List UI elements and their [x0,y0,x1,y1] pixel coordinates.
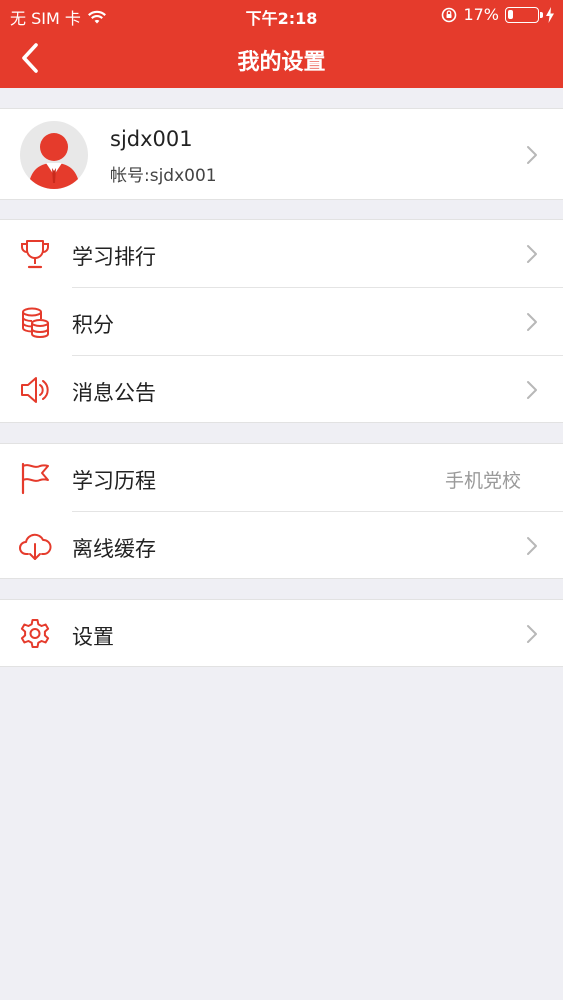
menu-label: 学习历程 [72,469,156,493]
chevron-right-icon [527,537,537,555]
menu-item-study-history[interactable]: 学习历程 手机党校 [0,444,563,512]
menu-label: 积分 [72,313,114,337]
menu-group-3: 设置 [0,599,563,667]
menu-group-2: 学习历程 手机党校 离线缓存 [0,443,563,579]
back-button[interactable] [14,40,50,76]
profile-account: 帐号:sjdx001 [110,166,217,186]
gear-icon [20,619,50,648]
profile-name: sjdx001 [110,127,193,151]
charging-bolt-icon [546,6,554,23]
menu-label: 离线缓存 [72,537,156,561]
flag-icon [21,462,49,495]
chevron-right-icon [527,625,537,643]
cloud-download-icon [19,533,52,560]
avatar [20,121,88,189]
trophy-icon [21,240,49,269]
menu-label: 消息公告 [72,381,156,405]
page-title: 我的设置 [237,50,326,75]
menu-item-points[interactable]: 积分 [0,288,563,356]
menu-item-study-ranking[interactable]: 学习排行 [0,220,563,288]
menu-label: 学习排行 [72,245,156,269]
menu-label: 设置 [72,625,114,649]
rotation-lock-icon [442,7,457,22]
menu-item-settings[interactable]: 设置 [0,600,563,668]
nav-bar: 我的设置 [0,30,563,88]
chevron-right-icon [527,245,537,263]
chevron-left-icon [22,43,38,73]
chevron-right-icon [527,146,537,164]
menu-item-announcements[interactable]: 消息公告 [0,356,563,424]
menu-group-1: 学习排行 积分 消息公告 [0,219,563,423]
speaker-icon [21,377,49,403]
menu-item-offline-cache[interactable]: 离线缓存 [0,512,563,580]
coins-icon [22,307,49,339]
profile-card[interactable]: sjdx001 帐号:sjdx001 [0,108,563,200]
app-header: 无 SIM 卡 下午2:18 17% 我的设置 [0,0,563,88]
menu-value: 手机党校 [444,470,521,492]
chevron-right-icon [527,381,537,399]
status-bar: 无 SIM 卡 下午2:18 17% [0,0,563,30]
status-right: 17% [441,5,555,24]
user-avatar-icon [28,133,80,189]
battery-percent: 17% [463,5,499,24]
chevron-right-icon [527,313,537,331]
battery-fill [508,9,513,19]
battery-icon [505,6,543,23]
